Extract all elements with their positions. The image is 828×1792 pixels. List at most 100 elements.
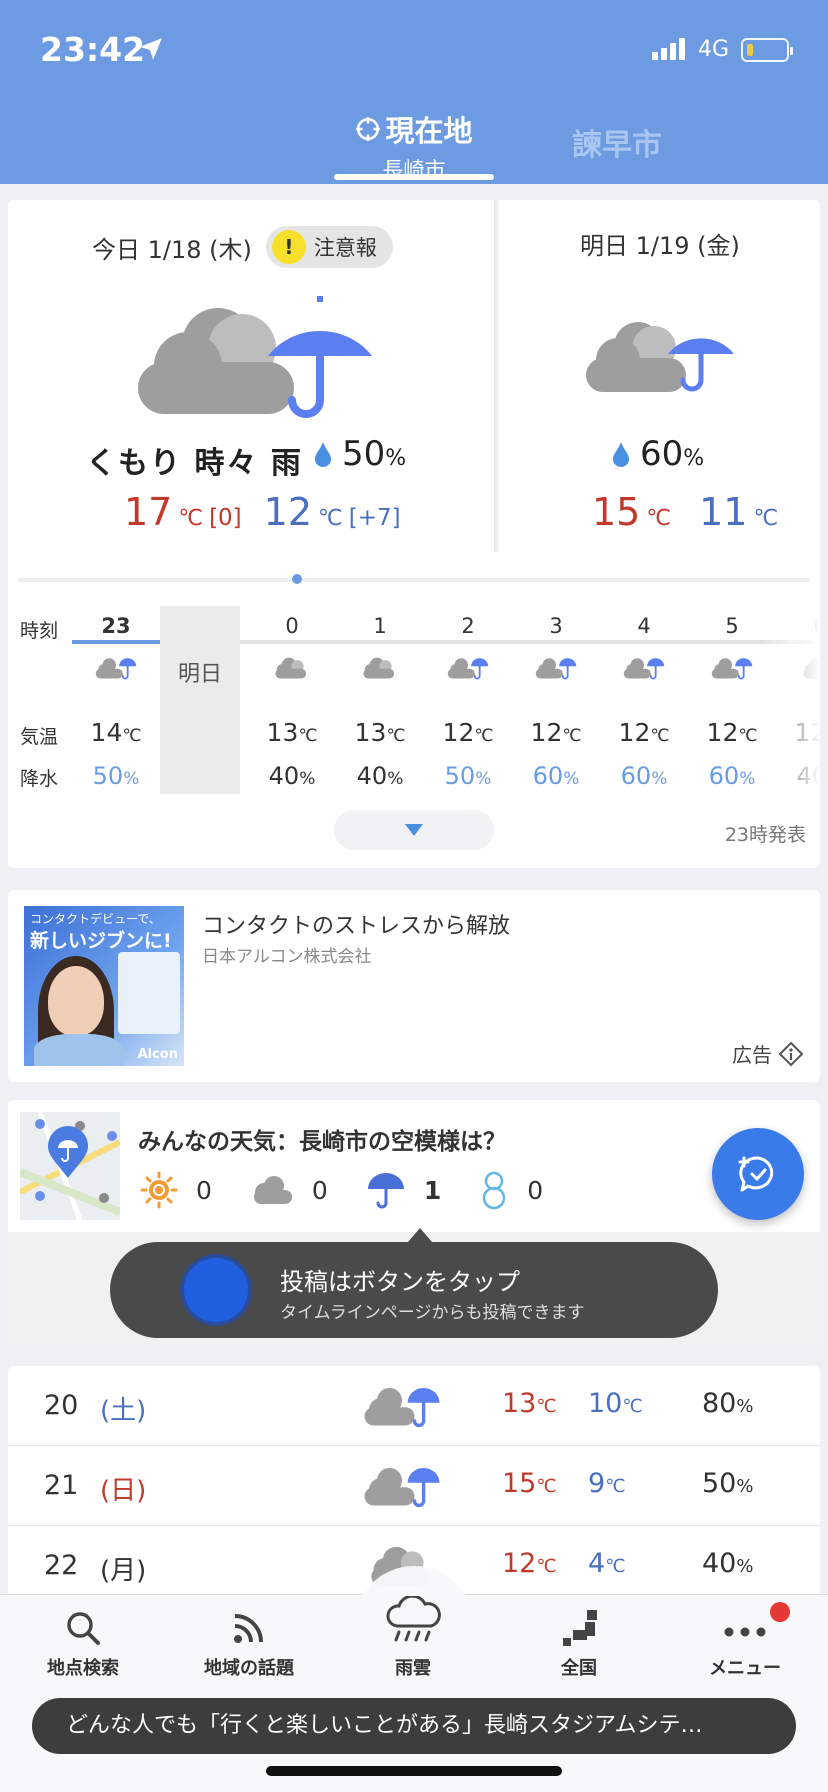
info-icon [778, 1041, 804, 1067]
tomorrow-low: 11 [699, 490, 748, 534]
tooltip-highlight-dot [184, 1258, 248, 1322]
nav-search[interactable]: 地点検索 [18, 1608, 148, 1680]
week-low: 9℃ [588, 1468, 626, 1499]
news-ticker[interactable]: どんな人でも「行くと楽しいことがある」長崎スタジアムシテ… [32, 1698, 796, 1754]
ad-card[interactable]: コンタクトデビューで、 新しいジブンに! Alcon コンタクトのストレスから解… [8, 890, 820, 1082]
post-weather-button[interactable] [712, 1128, 804, 1220]
location-arrow-icon [138, 36, 164, 62]
status-time: 23:42 [40, 30, 146, 69]
cloud-icon [250, 1174, 294, 1206]
cloud-rain-icon [94, 654, 138, 681]
tomorrow-high: 15 [592, 490, 641, 534]
tomorrow-panel[interactable]: 明日 1/19 (金) 60% 15 ℃ 11 ℃ [494, 200, 820, 552]
hour-label: 23 [101, 614, 131, 638]
today-panel[interactable]: 今日 1/18 (木) ! 注意報 くもり 時々 雨 50% 17 ℃ [0] … [8, 200, 494, 552]
hour-pop: 60% [532, 762, 580, 790]
week-weekday: (土) [100, 1396, 147, 1426]
today-high: 17 [124, 490, 173, 534]
week-pop: 80% [702, 1388, 754, 1419]
hourly-scroll-track [18, 578, 810, 582]
snowman-icon [479, 1170, 509, 1210]
tab-isahaya[interactable]: 諫早市 [572, 120, 662, 164]
tomorrow-pop: 60 [640, 434, 684, 474]
today-high-diff: [0] [209, 505, 242, 531]
cloud-rain-icon [446, 654, 490, 681]
cloud-rain-icon [710, 654, 754, 681]
tooltip-subtitle: タイムラインページからも投稿できます [280, 1303, 585, 1323]
app-header: 23:42 4G 現在地 長崎市 諫早市 [0, 0, 828, 184]
count-rain[interactable]: 1 [366, 1171, 441, 1209]
hour-column[interactable]: 0 13℃ 40% [248, 604, 336, 794]
warning-icon: ! [271, 230, 306, 264]
week-pop: 50% [702, 1468, 754, 1499]
hourly-forecast[interactable]: 時刻 気温 降水 明日 23 14℃ 50% 0 13℃ 40% 1 13℃ 40% 2 12℃ 50… [8, 604, 820, 794]
japan-map-icon [514, 1608, 644, 1648]
hour-label: 3 [549, 614, 563, 638]
rain-cloud-icon [348, 1596, 478, 1648]
active-tab-indicator [334, 174, 494, 180]
cloud-rain-icon [362, 1460, 442, 1510]
cloud-icon [270, 654, 314, 681]
cloud-rain-icon [586, 312, 736, 396]
post-tooltip[interactable]: 投稿はボタンをタップ タイムラインページからも投稿できます [110, 1242, 718, 1338]
nav-menu[interactable]: メニュー [680, 1608, 810, 1680]
today-pop: 50 [342, 434, 386, 474]
hour-column[interactable]: 3 12℃ 60% [512, 604, 600, 794]
nav-rain-cloud[interactable]: 雨雲 [348, 1596, 478, 1680]
count-snow[interactable]: 0 [479, 1170, 543, 1210]
signal-icon [652, 38, 685, 60]
week-weekday: (月) [100, 1556, 147, 1586]
hour-temp: 12℃ [530, 718, 582, 747]
hour-pop: 40% [356, 762, 404, 790]
map-thumbnail[interactable] [20, 1112, 120, 1220]
week-low: 4℃ [588, 1548, 626, 1579]
week-weekday: (日) [100, 1476, 147, 1506]
week-high: 15℃ [502, 1468, 557, 1499]
scroll-fade [760, 604, 820, 794]
community-title[interactable]: みんなの天気：長崎市の空模様は？ [138, 1122, 506, 1156]
hourly-scroll-thumb[interactable] [292, 574, 302, 584]
umbrella-icon [366, 1171, 406, 1209]
tomorrow-divider: 明日 [160, 606, 240, 794]
nav-national[interactable]: 全国 [514, 1608, 644, 1680]
weekly-row[interactable]: 20 (土) 13℃ 10℃ 80% [8, 1366, 820, 1446]
tab-current-location[interactable]: 現在地 長崎市 [334, 108, 494, 184]
forecast-card: 今日 1/18 (木) ! 注意報 くもり 時々 雨 50% 17 ℃ [0] … [8, 200, 820, 868]
notification-badge [770, 1602, 790, 1622]
tomorrow-date: 明日 1/19 (金) [580, 232, 740, 260]
hour-column[interactable]: 1 13℃ 40% [336, 604, 424, 794]
ad-image[interactable]: コンタクトデビューで、 新しいジブンに! Alcon [24, 906, 184, 1066]
label-rain: 降水 [20, 768, 59, 790]
expand-hourly-button[interactable] [334, 810, 494, 850]
week-day: 21 [44, 1470, 79, 1501]
hour-temp: 12℃ [442, 718, 494, 747]
chat-add-icon [736, 1152, 780, 1196]
raindrop-icon [314, 441, 332, 467]
nav-local-topics[interactable]: 地域の話題 [184, 1608, 314, 1680]
hour-label: 4 [637, 614, 651, 638]
more-icon [680, 1608, 810, 1648]
ad-label[interactable]: 広告 [732, 1039, 804, 1068]
hour-label: 2 [461, 614, 475, 638]
today-date: 今日 1/18 (木) [92, 235, 252, 264]
community-card[interactable]: みんなの天気：長崎市の空模様は？ 0 0 1 0 投稿はボタンをタップ タイムラ… [8, 1100, 820, 1344]
cloud-rain-icon [622, 654, 666, 681]
weekly-row[interactable]: 21 (日) 15℃ 9℃ 50% [8, 1446, 820, 1526]
hour-pop: 50% [444, 762, 492, 790]
warning-badge[interactable]: ! 注意報 [265, 226, 393, 268]
hour-column[interactable]: 4 12℃ 60% [600, 604, 688, 794]
ad-advertiser: 日本アルコン株式会社 [202, 947, 372, 967]
count-cloudy[interactable]: 0 [250, 1174, 328, 1206]
hour-column[interactable]: 23 14℃ 50% [72, 604, 160, 794]
label-time: 時刻 [20, 620, 59, 642]
ad-title[interactable]: コンタクトのストレスから解放 [202, 908, 510, 940]
battery-icon [741, 38, 793, 62]
week-day: 20 [44, 1390, 79, 1421]
hour-label: 0 [285, 614, 299, 638]
count-sunny[interactable]: 0 [140, 1171, 212, 1209]
hour-pop: 40% [268, 762, 316, 790]
community-counts: 0 0 1 0 [140, 1170, 581, 1210]
hour-temp: 12℃ [618, 718, 670, 747]
hour-pop: 60% [620, 762, 668, 790]
hour-column[interactable]: 2 12℃ 50% [424, 604, 512, 794]
